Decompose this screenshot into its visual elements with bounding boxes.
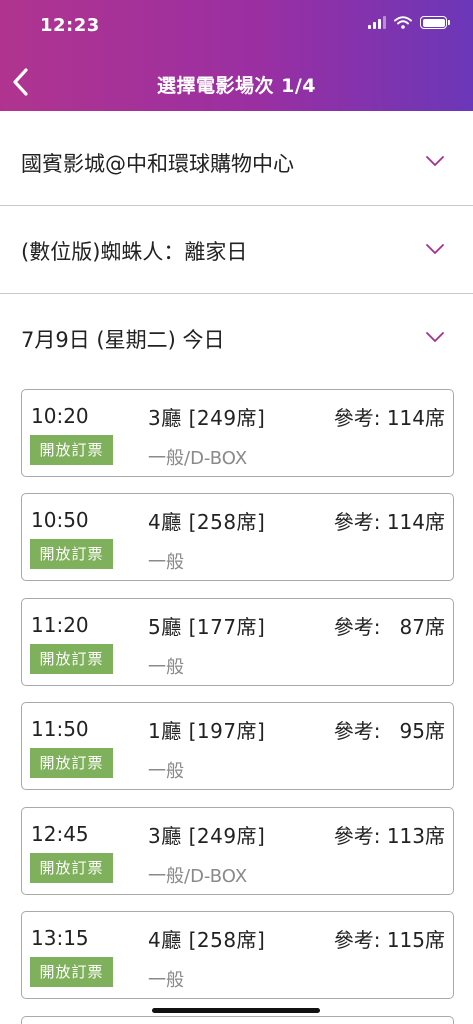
showtime-time: 12:45 [31,822,89,846]
showtime-card[interactable]: 12:45 3廳 [249席] 參考: 113席 開放訂票 一般/D-BOX [21,807,454,895]
showtime-format: 一般 [148,552,184,573]
showtime-time: 13:15 [31,926,89,950]
signal-icon [368,16,386,29]
booking-status-badge: 開放訂票 [30,748,113,778]
cinema-label: 國賓影城@中和環球購物中心 [21,152,294,176]
date-label: 7月9日 (星期二) 今日 [21,328,225,352]
showtime-card-partial[interactable] [21,1016,454,1024]
wifi-icon [394,16,412,29]
showtime-format: 一般/D-BOX [148,866,248,887]
status-bar: 12:23 [0,0,473,50]
showtime-format: 一般/D-BOX [148,448,248,469]
showtime-card[interactable]: 13:15 4廳 [258席] 參考: 115席 開放訂票 一般 [21,911,454,999]
showtime-format: 一般 [148,657,184,678]
chevron-down-icon [426,156,444,166]
showtime-time: 11:20 [31,613,89,637]
showtime-time: 10:50 [31,508,89,532]
showtime-hall: 5廳 [177席] [148,615,266,639]
status-time: 12:23 [40,15,100,36]
showtime-seats: 參考: 113席 [333,824,445,848]
movie-selector[interactable]: (數位版)蜘蛛人：離家日 [0,206,473,294]
showtime-time: 11:50 [31,717,89,741]
booking-status-badge: 開放訂票 [30,539,113,569]
showtime-seats: 參考: 87席 [333,615,445,639]
chevron-down-icon [426,244,444,254]
booking-status-badge: 開放訂票 [30,957,113,987]
showtime-seats: 參考: 114席 [333,406,445,430]
showtime-format: 一般 [148,970,184,991]
showtime-format: 一般 [148,761,184,782]
chevron-down-icon [426,332,444,342]
showtime-card[interactable]: 10:20 3廳 [249席] 參考: 114席 開放訂票 一般/D-BOX [21,389,454,477]
showtime-seats: 參考: 114席 [333,510,445,534]
booking-status-badge: 開放訂票 [30,644,113,674]
showtime-card[interactable]: 10:50 4廳 [258席] 參考: 114席 開放訂票 一般 [21,493,454,581]
showtime-hall: 3廳 [249席] [148,406,266,430]
showtime-hall: 1廳 [197席] [148,719,266,743]
movie-label: (數位版)蜘蛛人：離家日 [21,240,248,264]
booking-status-badge: 開放訂票 [30,435,113,465]
date-selector[interactable]: 7月9日 (星期二) 今日 [0,294,473,382]
showtime-hall: 3廳 [249席] [148,824,266,848]
page-title: 選擇電影場次 1/4 [157,75,316,97]
battery-icon [420,16,450,29]
showtime-card[interactable]: 11:50 1廳 [197席] 參考: 95席 開放訂票 一般 [21,702,454,790]
showtime-seats: 參考: 115席 [333,928,445,952]
showtime-time: 10:20 [31,404,89,428]
home-indicator[interactable] [152,1008,320,1013]
showtime-card[interactable]: 11:20 5廳 [177席] 參考: 87席 開放訂票 一般 [21,598,454,686]
showtime-seats: 參考: 95席 [333,719,445,743]
showtime-hall: 4廳 [258席] [148,928,266,952]
booking-status-badge: 開放訂票 [30,853,113,883]
app-header: 12:23 選擇電影場次 1/4 [0,0,473,111]
showtime-hall: 4廳 [258席] [148,510,266,534]
cinema-selector[interactable]: 國賓影城@中和環球購物中心 [0,118,473,206]
status-icons [368,16,450,29]
